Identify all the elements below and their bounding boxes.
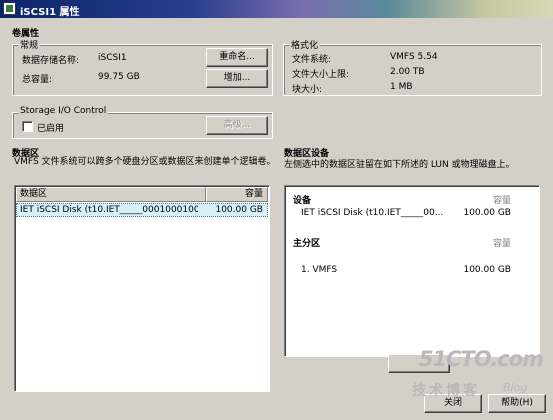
partition-capacity-label: 容量 bbox=[492, 239, 511, 249]
total-capacity-label: 总容量: bbox=[22, 75, 53, 85]
sioc-enabled-checkbox[interactable] bbox=[22, 121, 33, 132]
device-capacity-label: 容量 bbox=[492, 196, 511, 206]
partition-label: 主分区 bbox=[293, 239, 321, 249]
extent-device-description: 左侧选中的数据区驻留在如下所述的 LUN 或物理磁盘上。 bbox=[284, 160, 515, 170]
extents-description: VMFS 文件系统可以跨多个硬盘分区或数据区来创建单个逻辑卷。 bbox=[14, 157, 276, 167]
datastore-icon bbox=[3, 2, 16, 15]
window-title: iSCSI1 属性 bbox=[20, 7, 80, 18]
help-button[interactable]: 帮助(H) bbox=[488, 394, 546, 413]
sioc-enabled-label: 已启用 bbox=[37, 124, 65, 134]
max-file-size-value: 2.00 TB bbox=[390, 67, 425, 77]
extent-device-panel: 设备 容量 IET iSCSI Disk (t10.IET_____00... … bbox=[284, 185, 540, 357]
sioc-group-label: Storage I/O Control bbox=[18, 106, 109, 116]
watermark-line3: Blog bbox=[503, 381, 528, 394]
extents-list[interactable]: 数据区 容量 IET iSCSI Disk (t10.IET_____00010… bbox=[14, 185, 270, 392]
watermark-logo: 51CTO.com bbox=[418, 347, 544, 371]
block-size-value: 1 MB bbox=[390, 82, 413, 92]
general-group-label: 常规 bbox=[18, 38, 41, 51]
extent-name-cell: IET iSCSI Disk (t10.IET_____000100010000… bbox=[20, 205, 198, 215]
partition-capacity: 100.00 GB bbox=[463, 265, 511, 275]
total-capacity-value: 99.75 GB bbox=[98, 72, 140, 82]
file-system-value: VMFS 5.54 bbox=[390, 52, 438, 62]
block-size-label: 块大小: bbox=[292, 85, 323, 95]
device-label: 设备 bbox=[293, 196, 312, 206]
max-file-size-label: 文件大小上限: bbox=[292, 70, 350, 80]
watermark-line2: 技术博客 bbox=[412, 383, 480, 399]
increase-button[interactable]: 增加... bbox=[206, 69, 268, 88]
rename-button[interactable]: 重命名... bbox=[206, 48, 268, 67]
device-capacity: 100.00 GB bbox=[463, 208, 511, 218]
advanced-button[interactable]: 高级... bbox=[206, 116, 268, 135]
capacity-col-header[interactable]: 容量 bbox=[206, 187, 268, 202]
datastore-name-value: iSCSI1 bbox=[98, 53, 127, 63]
format-group-label: 格式化 bbox=[289, 38, 321, 51]
partition-name: 1. VMFS bbox=[301, 265, 338, 275]
file-system-label: 文件系统: bbox=[292, 55, 332, 65]
extent-capacity-cell: 100.00 GB bbox=[215, 205, 263, 215]
title-bar[interactable] bbox=[0, 0, 553, 18]
table-row[interactable]: IET iSCSI Disk (t10.IET_____000100010000… bbox=[16, 203, 268, 217]
extents-col-header[interactable]: 数据区 bbox=[16, 187, 206, 202]
datastore-name-label: 数据存储名称: bbox=[22, 56, 80, 66]
device-name: IET iSCSI Disk (t10.IET_____00... bbox=[301, 208, 444, 218]
